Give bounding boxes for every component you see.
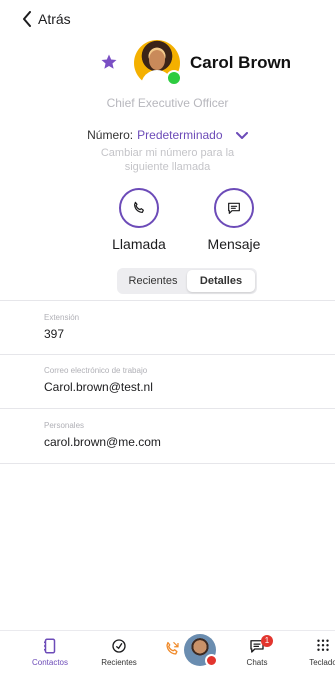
message-action[interactable]: Mensaje <box>199 188 269 252</box>
message-label: Mensaje <box>207 236 261 252</box>
number-value[interactable]: Predeterminado <box>137 128 222 142</box>
work-email-value[interactable]: Carol.brown@test.nl <box>44 380 153 394</box>
number-selector[interactable]: Número: Predeterminado <box>0 128 335 142</box>
number-hint: Cambiar mi número para la siguiente llam… <box>100 147 235 173</box>
tab-label: Contactos <box>31 658 69 667</box>
call-action[interactable]: Llamada <box>104 188 174 252</box>
keypad-icon <box>317 639 329 651</box>
extension-label: Extensión <box>44 313 80 322</box>
presence-indicator <box>166 70 182 86</box>
personal-email-label: Personales <box>44 421 85 430</box>
chevron-left-icon <box>23 11 31 27</box>
personal-email-value[interactable]: carol.brown@me.com <box>44 435 161 449</box>
divider <box>0 354 335 355</box>
extension-value[interactable]: 397 <box>44 327 64 341</box>
tab-chats[interactable]: 1 Chats <box>224 635 290 667</box>
clock-icon <box>112 639 126 653</box>
message-icon <box>228 202 240 214</box>
tab-label: Chats <box>246 658 268 667</box>
back-button[interactable]: Atrás <box>22 11 71 27</box>
chats-badge: 1 <box>261 635 273 647</box>
user-status-dot <box>205 654 218 667</box>
work-email-label: Correo electrónico de trabajo <box>44 366 148 375</box>
call-label: Llamada <box>112 236 166 252</box>
tab-contactos[interactable]: Contactos <box>17 637 83 667</box>
chevron-down-icon[interactable] <box>235 131 248 140</box>
segmented-control: Recientes Detalles <box>117 268 257 294</box>
call-button[interactable] <box>119 188 159 228</box>
contacts-icon <box>44 638 56 654</box>
favorite-star-icon[interactable] <box>100 53 118 71</box>
user-avatar[interactable] <box>184 634 218 667</box>
number-label: Número: <box>87 128 134 142</box>
divider <box>0 463 335 464</box>
message-button[interactable] <box>214 188 254 228</box>
tab-recientes-nav[interactable]: Recientes <box>86 637 152 667</box>
tab-teclado[interactable]: Teclado <box>290 637 335 667</box>
phone-icon <box>134 201 144 213</box>
active-call-icon[interactable] <box>163 640 181 658</box>
tab-detalles[interactable]: Detalles <box>187 270 255 292</box>
contact-avatar <box>134 40 182 86</box>
contact-name: Carol Brown <box>190 53 292 72</box>
tab-label: Recientes <box>101 658 137 667</box>
job-title: Chief Executive Officer <box>106 96 229 110</box>
divider <box>0 300 335 301</box>
tab-label: Teclado <box>309 658 335 667</box>
tab-recientes[interactable]: Recientes <box>119 270 187 292</box>
divider <box>0 408 335 409</box>
back-label: Atrás <box>38 11 71 27</box>
